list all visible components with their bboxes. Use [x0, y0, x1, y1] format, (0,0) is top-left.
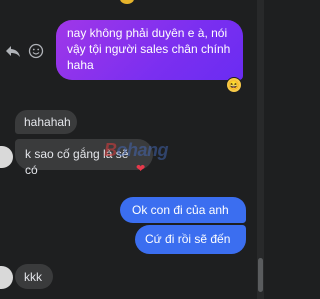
reaction-emoji-partial	[120, 0, 134, 4]
message-text: Ok con đi của anh	[132, 203, 229, 217]
message-text: Cứ đi rồi sẽ đến	[145, 232, 231, 246]
outgoing-message-bubble[interactable]: nay không phải duyên e à, nói vậy tội ng…	[56, 20, 243, 80]
message-text: kkk	[24, 270, 42, 284]
emoji-react-icon[interactable]	[28, 43, 44, 59]
incoming-message-bubble[interactable]: kkk	[15, 264, 53, 289]
message-text: nay không phải duyên e à, nói vậy tội ng…	[67, 26, 231, 72]
chat-thread: nay không phải duyên e à, nói vậy tội ng…	[0, 0, 264, 299]
heart-reaction-icon[interactable]: ❤	[136, 162, 145, 175]
reply-icon[interactable]	[5, 43, 21, 59]
watermark-logo: Bohang	[104, 140, 168, 160]
scrollbar[interactable]	[257, 0, 264, 299]
outgoing-message-bubble[interactable]: Cứ đi rồi sẽ đến	[135, 225, 246, 254]
incoming-message-bubble[interactable]: hahahah	[15, 110, 77, 134]
scrollbar-thumb[interactable]	[258, 258, 263, 292]
message-text: hahahah	[24, 115, 71, 129]
avatar[interactable]	[0, 266, 13, 289]
message-actions	[5, 43, 44, 59]
outgoing-message-bubble[interactable]: Ok con đi của anh	[120, 197, 246, 223]
laugh-reaction-icon[interactable]: 😆	[226, 77, 242, 93]
avatar[interactable]	[0, 146, 13, 168]
